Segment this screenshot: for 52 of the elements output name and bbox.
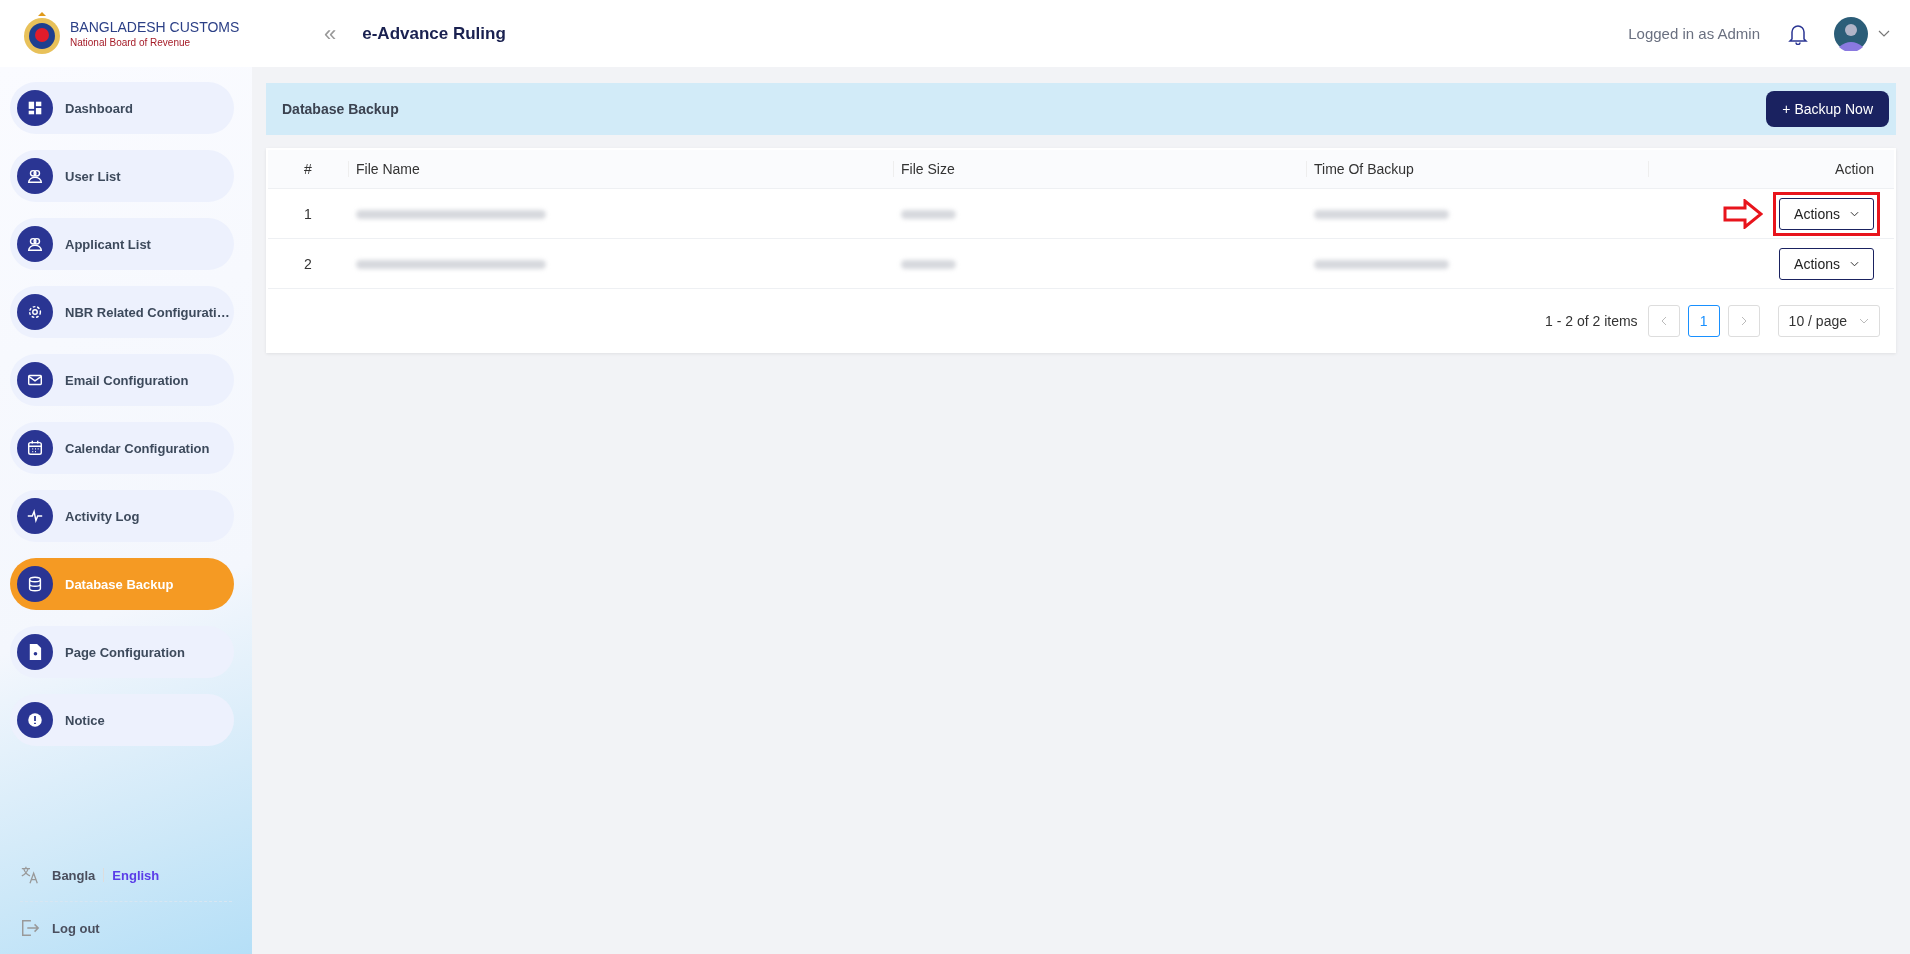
- sidebar-item[interactable]: Notice: [10, 694, 234, 746]
- page-size-select[interactable]: 10 / page: [1777, 305, 1880, 337]
- file-icon: [17, 634, 53, 670]
- users-icon: [17, 226, 53, 262]
- chevron-left-icon: [1660, 316, 1667, 326]
- chevron-down-icon: [1850, 210, 1859, 217]
- sidebar-item[interactable]: User List: [10, 150, 234, 202]
- pulse-icon: [17, 498, 53, 534]
- sidebar-item[interactable]: Applicant List: [10, 218, 234, 270]
- user-status-text: Logged in as Admin: [1628, 25, 1760, 42]
- sidebar-item[interactable]: Email Configuration: [10, 354, 234, 406]
- actions-dropdown[interactable]: Actions: [1779, 197, 1874, 230]
- brand-subtitle: National Board of Revenue: [70, 37, 192, 48]
- sidebar-item[interactable]: Dashboard: [10, 82, 234, 134]
- chevron-right-icon: [1740, 316, 1747, 326]
- app-title: e-Advance Ruling: [362, 23, 506, 44]
- language-option[interactable]: Bangla: [52, 867, 96, 883]
- chevron-down-icon[interactable]: [1878, 29, 1890, 38]
- page-title: Database Backup: [282, 101, 399, 117]
- row-number: 2: [303, 255, 313, 272]
- pagination-summary: 1 - 2 of 2 items: [1545, 313, 1638, 329]
- backup-now-button[interactable]: + Backup Now: [1766, 91, 1889, 127]
- user-avatar[interactable]: [1834, 16, 1868, 51]
- alert-icon: [17, 702, 53, 738]
- blurred-text: [901, 260, 956, 270]
- logout-link[interactable]: Log out: [52, 920, 100, 936]
- column-header: File Name: [348, 161, 893, 177]
- calendar-icon: [17, 430, 53, 466]
- pointer-arrow-icon: [1723, 198, 1764, 229]
- column-header: File Size: [893, 161, 1306, 177]
- sidebar-item[interactable]: Page Configuration: [10, 626, 234, 678]
- sidebar-item[interactable]: Calendar Configuration: [10, 422, 234, 474]
- dashboard-icon: [17, 90, 53, 126]
- users-icon: [17, 158, 53, 194]
- blurred-text: [901, 210, 956, 220]
- actions-dropdown[interactable]: Actions: [1779, 247, 1874, 280]
- brand-title: BANGLADESH CUSTOMS: [70, 19, 240, 35]
- chevron-down-icon: [1850, 260, 1859, 267]
- gear-icon: [17, 294, 53, 330]
- chevron-down-icon: [1859, 318, 1869, 324]
- logout-icon: [20, 918, 40, 938]
- mail-icon: [17, 362, 53, 398]
- sidebar-item[interactable]: NBR Related Configurati…: [10, 286, 234, 338]
- column-header: #: [303, 161, 313, 177]
- column-header: Action: [1648, 161, 1894, 177]
- notification-bell-icon[interactable]: [1788, 22, 1808, 45]
- row-number: 1: [303, 205, 313, 222]
- language-option[interactable]: English: [112, 867, 160, 883]
- column-header: Time Of Backup: [1306, 161, 1648, 177]
- translate-icon: [20, 865, 40, 885]
- sidebar-item[interactable]: Activity Log: [10, 490, 234, 542]
- database-icon: [17, 566, 53, 602]
